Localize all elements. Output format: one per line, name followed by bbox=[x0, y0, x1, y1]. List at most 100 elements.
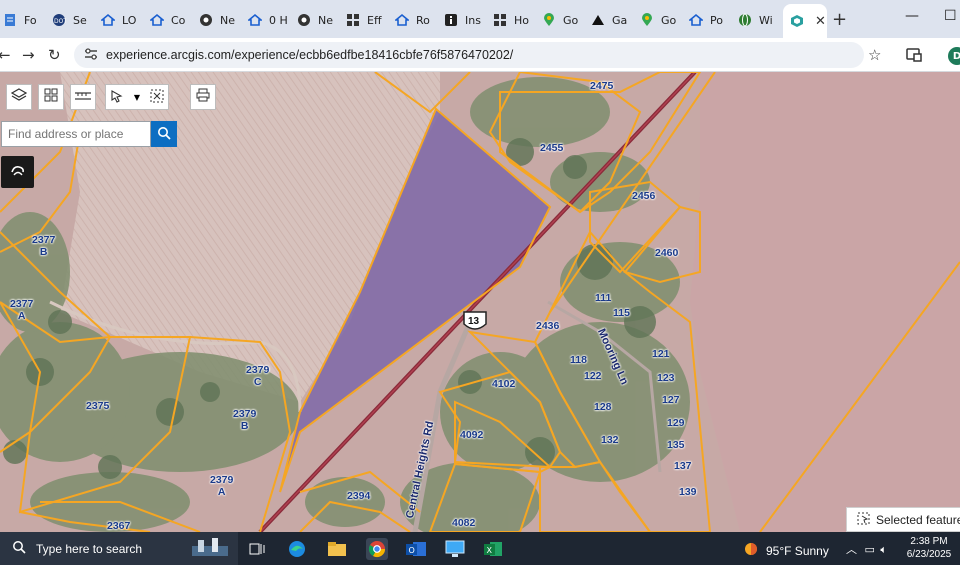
browser-tab[interactable]: Co bbox=[143, 6, 192, 34]
browser-tab[interactable]: Fo bbox=[0, 6, 45, 34]
browser-tab[interactable]: Ro bbox=[388, 6, 437, 34]
parcel-2456[interactable]: 2456 bbox=[632, 190, 655, 202]
select-tool-group: ▼ bbox=[105, 84, 169, 110]
tab-label: Ne bbox=[220, 13, 235, 27]
triangle-icon bbox=[590, 12, 606, 28]
tab-label: Ne bbox=[318, 13, 333, 27]
parcel-132[interactable]: 132 bbox=[601, 434, 619, 446]
taskbar-clock[interactable]: 2:38 PM 6/23/2025 bbox=[898, 535, 960, 561]
close-tab-icon[interactable]: ✕ bbox=[815, 14, 826, 29]
url-bar[interactable]: experience.arcgis.com/experience/ecbb6ed… bbox=[74, 42, 864, 68]
parcel-2475[interactable]: 2475 bbox=[590, 80, 613, 92]
parcel-2394[interactable]: 2394 bbox=[347, 490, 370, 502]
parcel-123[interactable]: 123 bbox=[657, 372, 675, 384]
parcel-2379-b[interactable]: 2379 B bbox=[233, 408, 256, 432]
back-button[interactable]: ← bbox=[0, 46, 11, 64]
measure-button[interactable] bbox=[70, 84, 96, 110]
parcel-127[interactable]: 127 bbox=[662, 394, 680, 406]
browser-tab[interactable]: Ne bbox=[192, 6, 241, 34]
extensions-icon[interactable] bbox=[906, 47, 922, 66]
browser-tab[interactable]: Go bbox=[535, 6, 584, 34]
profile-avatar[interactable]: D bbox=[948, 47, 960, 65]
task-view-icon[interactable] bbox=[246, 538, 268, 560]
parcel-4092[interactable]: 4092 bbox=[460, 429, 483, 441]
system-tray[interactable]: ︿ ▭ 🔈︎ bbox=[846, 541, 887, 557]
site-info-icon[interactable] bbox=[84, 47, 98, 63]
clear-selection-icon[interactable] bbox=[150, 88, 164, 107]
browser-tab[interactable]: 0 H bbox=[241, 6, 290, 34]
parcel-128[interactable]: 128 bbox=[594, 401, 612, 413]
browser-tab[interactable]: Ga bbox=[584, 6, 633, 34]
browser-tab[interactable]: Ne bbox=[290, 6, 339, 34]
remote-desktop-icon[interactable] bbox=[444, 538, 466, 560]
map-toolbar: ▼ bbox=[6, 84, 216, 110]
field-east bbox=[690, 72, 960, 532]
parcel-4102[interactable]: 4102 bbox=[492, 378, 515, 390]
browser-tab[interactable]: Ho bbox=[486, 6, 535, 34]
taskbar-search[interactable]: Type here to search bbox=[0, 532, 238, 565]
file-explorer-icon[interactable] bbox=[326, 538, 348, 560]
browser-tab[interactable]: Go bbox=[633, 6, 682, 34]
map-tool-button[interactable] bbox=[1, 156, 34, 188]
parcel-121[interactable]: 121 bbox=[652, 348, 670, 360]
parcel-2367[interactable]: 2367 bbox=[107, 520, 130, 532]
chevron-down-icon[interactable]: ▼ bbox=[134, 93, 140, 102]
tab-label: Fo bbox=[24, 13, 37, 27]
dot-icon: DOT bbox=[51, 12, 67, 28]
reload-button[interactable]: ↻ bbox=[48, 46, 61, 64]
parcel-122[interactable]: 122 bbox=[584, 370, 602, 382]
map-search bbox=[1, 121, 177, 147]
search-icon bbox=[157, 125, 171, 144]
print-button[interactable] bbox=[190, 84, 216, 110]
parcel-2377-b[interactable]: 2377 B bbox=[32, 234, 55, 258]
parcel-2379-a[interactable]: 2379 A bbox=[210, 474, 233, 498]
taskbar-search-placeholder: Type here to search bbox=[36, 541, 143, 556]
minimize-button[interactable]: — bbox=[905, 8, 919, 24]
weather-widget[interactable]: 95°F Sunny bbox=[742, 540, 829, 561]
maximize-button[interactable]: ☐ bbox=[944, 8, 957, 24]
parcel-135[interactable]: 135 bbox=[667, 439, 685, 451]
browser-tab[interactable]: Po bbox=[682, 6, 731, 34]
address-search-input[interactable] bbox=[1, 121, 151, 147]
outlook-icon[interactable]: O bbox=[405, 538, 427, 560]
browser-tab[interactable]: DOT Se bbox=[45, 6, 94, 34]
layers-button[interactable] bbox=[6, 84, 32, 110]
new-tab-button[interactable]: + bbox=[832, 9, 847, 30]
browser-tab[interactable]: Ins bbox=[437, 6, 486, 34]
chevron-up-icon[interactable]: ︿ bbox=[846, 543, 857, 556]
parcel-137[interactable]: 137 bbox=[674, 460, 692, 472]
parcel-4082[interactable]: 4082 bbox=[452, 517, 475, 529]
parcel-2377-a[interactable]: 2377 A bbox=[10, 298, 33, 322]
chrome-icon[interactable] bbox=[366, 538, 388, 560]
parcel-2460[interactable]: 2460 bbox=[655, 247, 678, 259]
parcel-2455[interactable]: 2455 bbox=[540, 142, 563, 154]
tab-active-arcgis[interactable]: ✕ bbox=[783, 4, 827, 38]
browser-tab[interactable]: Wi bbox=[731, 6, 780, 34]
parcel-2379-c[interactable]: 2379 C bbox=[246, 364, 269, 388]
parcel-2436[interactable]: 2436 bbox=[536, 320, 559, 332]
select-icon[interactable] bbox=[110, 88, 124, 107]
route-shield-number: 13 bbox=[468, 316, 480, 327]
zillow-icon bbox=[247, 12, 263, 28]
parcel-2375[interactable]: 2375 bbox=[86, 400, 109, 412]
parcel-111[interactable]: 111 bbox=[595, 292, 611, 304]
excel-icon[interactable]: X bbox=[482, 538, 504, 560]
parcel-139[interactable]: 139 bbox=[679, 486, 697, 498]
bookmark-star-icon[interactable]: ☆ bbox=[868, 46, 881, 64]
browser-tab[interactable]: Eff bbox=[339, 6, 388, 34]
browser-tab[interactable]: LO bbox=[94, 6, 143, 34]
tab-label: 0 H bbox=[269, 13, 288, 27]
zillow-icon bbox=[100, 12, 116, 28]
forward-button[interactable]: → bbox=[22, 46, 35, 64]
parcel-129[interactable]: 129 bbox=[667, 417, 685, 429]
parcel-115[interactable]: 115 bbox=[613, 307, 630, 319]
search-button[interactable] bbox=[151, 121, 177, 147]
parcel-118[interactable]: 118 bbox=[570, 354, 587, 366]
edge-icon[interactable] bbox=[286, 538, 308, 560]
basemap-gallery-button[interactable] bbox=[38, 84, 64, 110]
selected-features-panel[interactable]: Selected feature bbox=[846, 507, 960, 532]
github-icon bbox=[198, 12, 214, 28]
network-icon[interactable]: ▭ bbox=[865, 543, 875, 556]
volume-icon[interactable]: 🔈︎ bbox=[880, 543, 887, 556]
github-icon bbox=[296, 12, 312, 28]
